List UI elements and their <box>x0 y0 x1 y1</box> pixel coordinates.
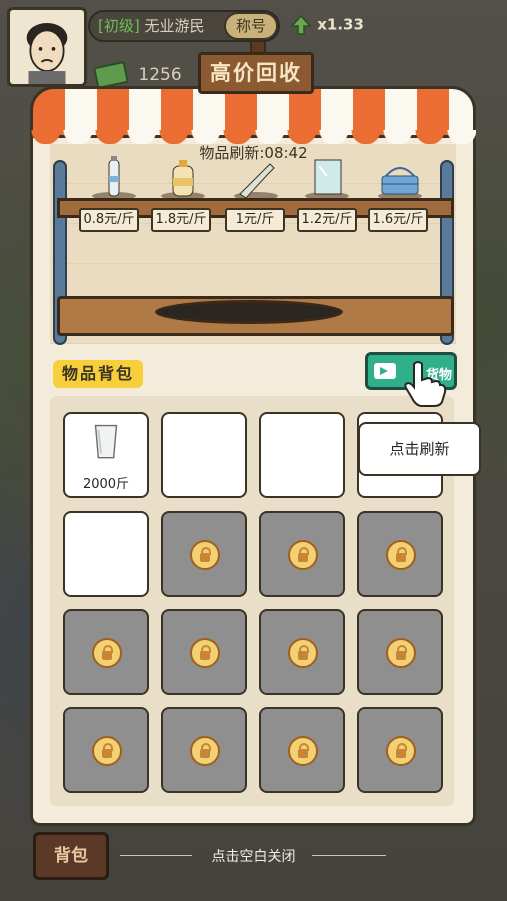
lock-icon <box>386 736 416 766</box>
lock-icon <box>92 638 122 668</box>
price-tag-4: 1.2元/斤 <box>297 208 357 232</box>
up-arrow-icon <box>290 14 312 36</box>
backpack-slot[interactable] <box>259 412 345 498</box>
avatar[interactable] <box>7 7 87 87</box>
lock-icon <box>92 736 122 766</box>
multiplier-value: x1.33 <box>317 15 364 34</box>
title-label: 无业游民 <box>144 17 205 35</box>
backpack-slot[interactable] <box>161 412 247 498</box>
pointer-hand-icon <box>400 358 450 408</box>
rank-label: [初级] <box>98 17 140 35</box>
locked-slot[interactable] <box>161 609 247 695</box>
locked-slot[interactable] <box>161 707 247 793</box>
item-quantity: 2000斤 <box>82 477 130 492</box>
basket-icon[interactable] <box>370 156 430 200</box>
lock-icon <box>288 540 318 570</box>
locked-slot[interactable] <box>357 609 443 695</box>
locked-slot[interactable] <box>357 707 443 793</box>
backpack-slot[interactable] <box>63 511 149 597</box>
bottle-icon[interactable] <box>84 156 144 200</box>
video-icon <box>374 363 396 379</box>
locked-slot[interactable] <box>63 609 149 695</box>
locked-slot[interactable] <box>63 707 149 793</box>
cash-icon <box>93 60 129 90</box>
recycle-hole[interactable] <box>155 300 343 324</box>
close-hint[interactable]: 点击空白关闭 <box>0 846 507 866</box>
money-value: 1256 <box>138 65 182 85</box>
lock-icon <box>190 638 220 668</box>
locked-slot[interactable] <box>259 707 345 793</box>
price-tag-3: 1元/斤 <box>225 208 285 232</box>
locked-slot[interactable] <box>259 609 345 695</box>
title-button[interactable]: 称号 <box>224 12 278 40</box>
money-display: 1256 <box>93 60 182 90</box>
glass-pane-icon[interactable] <box>297 156 357 200</box>
backpack-slot[interactable]: 2000斤 <box>63 412 149 498</box>
refresh-tooltip: 点击刷新 <box>358 422 481 476</box>
lock-icon <box>190 736 220 766</box>
lock-icon <box>190 540 220 570</box>
lock-icon <box>386 638 416 668</box>
water-jug-icon[interactable] <box>153 156 213 200</box>
lock-icon <box>386 540 416 570</box>
lock-icon <box>288 638 318 668</box>
price-tag-5: 1.6元/斤 <box>368 208 428 232</box>
locked-slot[interactable] <box>161 511 247 597</box>
lock-icon <box>288 736 318 766</box>
backpack-label: 物品背包 <box>53 360 143 388</box>
glass-cup-icon <box>94 424 118 459</box>
glass-bottle-icon[interactable] <box>226 156 286 200</box>
locked-slot[interactable] <box>357 511 443 597</box>
price-tag-2: 1.8元/斤 <box>151 208 211 232</box>
multiplier: x1.33 <box>290 14 364 36</box>
shop-sign: 高价回收 <box>198 52 314 94</box>
locked-slot[interactable] <box>259 511 345 597</box>
price-tag-1: 0.8元/斤 <box>79 208 139 232</box>
